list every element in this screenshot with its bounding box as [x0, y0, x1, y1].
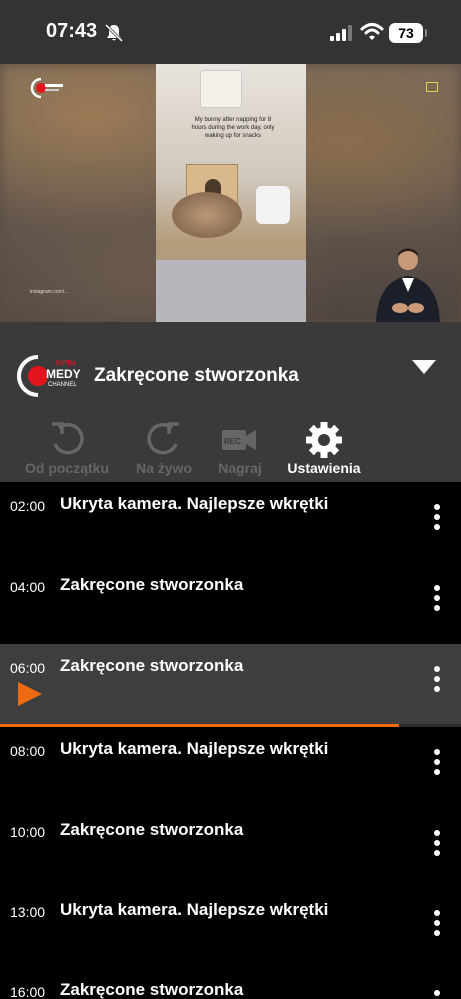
- more-icon[interactable]: [430, 666, 444, 696]
- battery-icon: 73: [389, 23, 427, 43]
- schedule-title: Zakręcone stworzonka: [60, 980, 244, 999]
- logo-sub: CHANNEL: [48, 382, 77, 388]
- restart-label: Od początku: [24, 460, 109, 476]
- signal-icon: [330, 25, 352, 41]
- more-icon[interactable]: [430, 504, 444, 534]
- video-caption: instagram.com/...: [30, 289, 69, 295]
- schedule-list: 02:00 Ukryta kamera. Najlepsze wkrętki 0…: [0, 482, 461, 999]
- logo-text: MEDY: [46, 367, 81, 381]
- schedule-item[interactable]: 13:00 Ukryta kamera. Najlepsze wkrętki: [0, 888, 461, 968]
- schedule-item-current[interactable]: 06:00 Zakręcone stworzonka: [0, 644, 461, 724]
- schedule-time: 10:00: [10, 824, 46, 840]
- more-icon[interactable]: [430, 910, 444, 940]
- rug: [156, 260, 306, 322]
- program-title: Zakręcone stworzonka: [94, 365, 299, 386]
- svg-text:REC: REC: [224, 437, 241, 446]
- more-icon[interactable]: [430, 830, 444, 860]
- channel-logo: EXTRA MEDY CHANNEL: [17, 355, 81, 397]
- triangle-down-icon[interactable]: [412, 360, 436, 374]
- schedule-item[interactable]: 02:00 Ukryta kamera. Najlepsze wkrętki: [0, 482, 461, 562]
- wall-sign: [200, 70, 242, 108]
- subtitles-icon: [426, 82, 438, 92]
- schedule-title: Ukryta kamera. Najlepsze wkrętki: [60, 494, 329, 513]
- schedule-time: 02:00: [10, 498, 46, 514]
- clock: 07:43: [46, 20, 98, 42]
- schedule-title: Zakręcone stworzonka: [60, 575, 244, 594]
- schedule-item[interactable]: 10:00 Zakręcone stworzonka: [0, 808, 461, 888]
- more-icon[interactable]: [430, 749, 444, 779]
- live-icon: [147, 422, 179, 455]
- schedule-time: 08:00: [10, 743, 46, 759]
- action-bar: Od początku Na żywo REC Nagraj Ustawieni…: [0, 420, 461, 482]
- schedule-time: 13:00: [10, 904, 46, 920]
- channel-header: EXTRA MEDY CHANNEL Zakręcone stworzonka …: [0, 322, 461, 482]
- rec-camera-icon: REC: [222, 430, 256, 450]
- schedule-item[interactable]: 08:00 Ukryta kamera. Najlepsze wkrętki: [0, 727, 461, 807]
- schedule-title: Ukryta kamera. Najlepsze wkrętki: [60, 900, 329, 919]
- schedule-time: 06:00: [10, 660, 46, 676]
- gear-icon: [306, 422, 342, 458]
- schedule-title: Zakręcone stworzonka: [60, 656, 244, 675]
- bell-slash-icon: [104, 23, 124, 43]
- schedule-item[interactable]: 04:00 Zakręcone stworzonka: [0, 563, 461, 643]
- schedule-item[interactable]: 16:00 Zakręcone stworzonka: [0, 968, 461, 999]
- settings-button[interactable]: Ustawienia: [274, 420, 374, 482]
- restart-button[interactable]: Od początku: [17, 420, 117, 482]
- restart-icon: [52, 422, 84, 455]
- video-overlay-text: My bunny after napping for 8 hours durin…: [191, 117, 275, 139]
- schedule-title: Zakręcone stworzonka: [60, 820, 244, 839]
- more-icon[interactable]: [430, 585, 444, 615]
- watermark-logo: [30, 77, 63, 99]
- settings-label: Ustawienia: [287, 460, 361, 476]
- schedule-title: Ukryta kamera. Najlepsze wkrętki: [60, 739, 329, 758]
- video-frame: My bunny after napping for 8 hours durin…: [156, 64, 306, 322]
- pet-fountain: [256, 186, 290, 224]
- schedule-time: 16:00: [10, 984, 46, 999]
- more-icon[interactable]: [430, 990, 444, 999]
- play-icon[interactable]: [18, 682, 42, 706]
- wifi-icon: [360, 23, 384, 40]
- status-bar: 07:43 73: [0, 0, 461, 64]
- schedule-time: 04:00: [10, 579, 46, 595]
- sign-language-interpreter: [376, 248, 440, 322]
- video-player[interactable]: My bunny after napping for 8 hours durin…: [0, 64, 461, 322]
- bunny: [172, 192, 242, 238]
